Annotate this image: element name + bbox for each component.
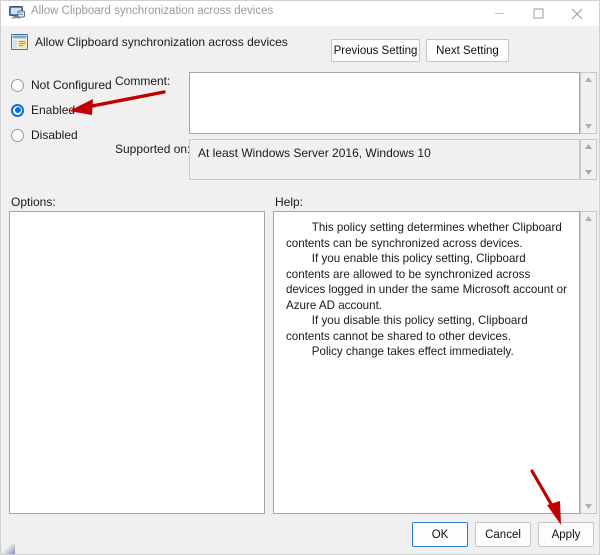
help-scrollbar[interactable] [580,211,597,514]
help-label: Help: [275,195,304,209]
policy-setting-icon [11,34,28,50]
supported-on-value: At least Windows Server 2016, Windows 10 [198,146,431,160]
maximize-icon [533,8,544,19]
supported-on-box: At least Windows Server 2016, Windows 10 [189,139,580,180]
scroll-down-icon[interactable] [581,166,596,179]
title-bar: Allow Clipboard synchronization across d… [1,1,599,26]
comment-label: Comment: [115,74,171,88]
minimize-icon [494,8,505,19]
supported-on-label: Supported on: [115,142,191,156]
radio-mark [11,128,24,142]
desktop-corner-artifact [1,544,15,554]
maximize-button[interactable] [518,1,558,26]
minimize-button[interactable] [479,1,519,26]
radio-not-configured[interactable]: Not Configured [11,76,112,94]
supported-on-scrollbar[interactable] [580,139,597,180]
next-setting-button[interactable]: Next Setting [426,39,509,62]
monitor-policy-icon [9,6,25,20]
radio-disabled[interactable]: Disabled [11,126,78,144]
radio-enabled[interactable]: Enabled [11,101,75,119]
comment-scrollbar[interactable] [580,72,597,134]
scroll-down-icon[interactable] [581,500,596,513]
close-button[interactable] [557,1,597,26]
options-label: Options: [11,195,56,209]
radio-mark [11,103,24,117]
policy-name: Allow Clipboard synchronization across d… [35,35,288,49]
red-arrow-pointing-to-enabled [69,90,166,115]
group-policy-setting-dialog: Allow Clipboard synchronization across d… [0,0,600,555]
close-icon [571,8,583,20]
previous-setting-button[interactable]: Previous Setting [331,39,420,62]
scroll-down-icon[interactable] [581,120,596,133]
scroll-up-icon[interactable] [581,212,596,225]
ok-button[interactable]: OK [412,522,468,547]
radio-label: Disabled [31,128,78,142]
radio-label: Not Configured [31,78,112,92]
scroll-up-icon[interactable] [581,73,596,86]
comment-input[interactable] [189,72,580,134]
radio-label: Enabled [31,103,76,117]
cancel-button[interactable]: Cancel [475,522,531,547]
scroll-up-icon[interactable] [581,140,596,153]
radio-mark [11,78,24,92]
help-panel: This policy setting determines whether C… [273,211,580,514]
help-text: This policy setting determines whether C… [286,221,567,358]
apply-button[interactable]: Apply [538,522,594,547]
window-title: Allow Clipboard synchronization across d… [31,5,274,17]
options-panel[interactable] [9,211,265,514]
